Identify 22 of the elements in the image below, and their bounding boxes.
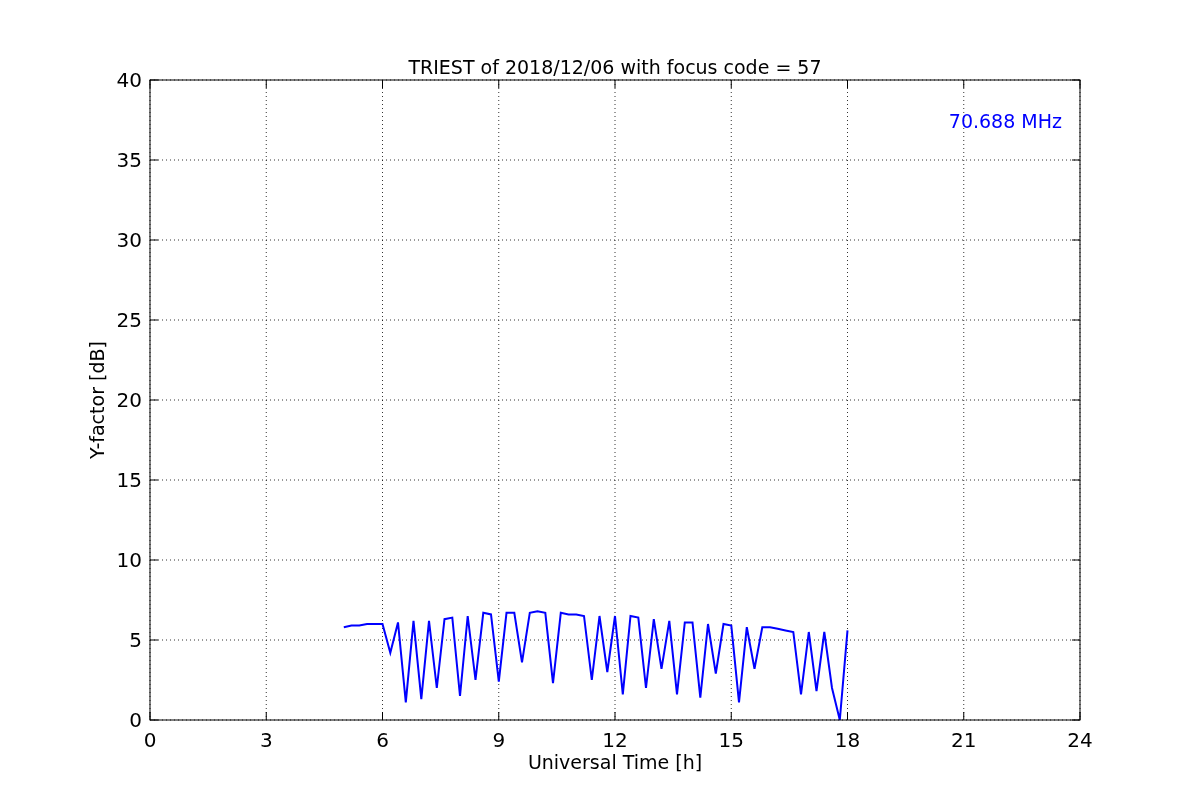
x-tick-label: 0 bbox=[143, 728, 157, 752]
x-tick-label: 6 bbox=[376, 728, 389, 752]
x-tick-label: 15 bbox=[718, 728, 744, 752]
chart-title: TRIEST of 2018/12/06 with focus code = 57 bbox=[408, 56, 822, 78]
y-tick-label: 0 bbox=[129, 708, 142, 732]
y-tick-label: 10 bbox=[116, 548, 142, 572]
x-tick-label: 18 bbox=[834, 728, 861, 752]
x-tick-label: 12 bbox=[602, 728, 628, 752]
y-tick-label: 20 bbox=[116, 388, 142, 412]
x-tick-label: 24 bbox=[1067, 728, 1093, 752]
x-axis-label: Universal Time [h] bbox=[527, 751, 703, 773]
y-tick-label: 40 bbox=[116, 68, 142, 92]
y-tick-label: 30 bbox=[116, 228, 142, 252]
y-axis-label: Y-factor [dB] bbox=[86, 341, 108, 459]
y-tick-label: 15 bbox=[116, 468, 142, 492]
frequency-annotation: 70.688 MHz bbox=[948, 110, 1062, 132]
x-tick-label: 9 bbox=[492, 728, 506, 752]
y-tick-label: 35 bbox=[116, 148, 142, 172]
x-tick-label: 21 bbox=[951, 728, 977, 752]
x-tick-label: 3 bbox=[259, 728, 273, 752]
y-tick-label: 25 bbox=[116, 308, 142, 332]
y-tick-label: 5 bbox=[129, 628, 142, 652]
